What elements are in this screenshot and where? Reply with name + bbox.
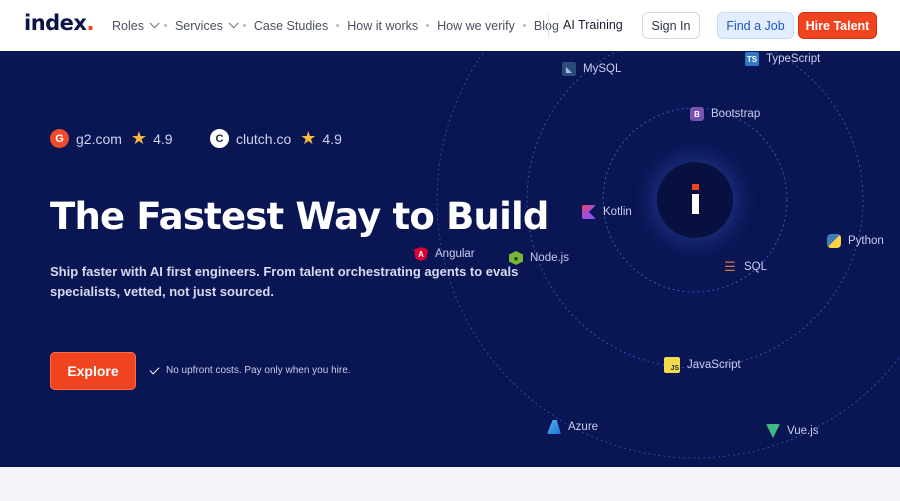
javascript-icon: JS <box>664 357 680 373</box>
nav-roles-label: Roles <box>112 18 144 33</box>
tech-nodejs: ● Node.js <box>509 251 569 265</box>
brand-logo[interactable]: index. <box>24 11 94 35</box>
rating-score: 4.9 <box>153 130 173 147</box>
hero-headline: The Fastest Way to Build <box>50 195 549 238</box>
rating-site: g2.com <box>76 130 122 147</box>
logo-text: index <box>24 11 87 35</box>
star-icon: ★ <box>130 128 148 148</box>
mysql-icon: ◣ <box>562 62 576 76</box>
top-navigation: index. Roles Services Case Studies How i… <box>0 0 900 51</box>
nav-case-studies-label: Case Studies <box>253 18 329 33</box>
rating-score: 4.9 <box>322 130 342 147</box>
clutch-logo-icon: C <box>210 129 229 148</box>
check-icon <box>149 364 160 374</box>
hire-talent-button[interactable]: Hire Talent <box>798 12 877 39</box>
rating-site: clutch.co <box>236 130 292 147</box>
nav-blog-label: Blog <box>533 18 559 33</box>
tech-python: Python <box>827 234 884 248</box>
python-icon <box>827 234 841 248</box>
tech-label: Node.js <box>530 252 569 264</box>
tech-label: Angular <box>435 248 475 260</box>
explore-button[interactable]: Explore <box>50 352 136 390</box>
below-hero-area <box>0 467 900 501</box>
tech-vuejs: Vue.js <box>766 424 819 438</box>
tech-sql: ☰ SQL <box>723 259 768 274</box>
g2-logo-icon: G <box>50 129 69 148</box>
azure-icon <box>547 420 561 434</box>
tech-label: SQL <box>744 261 768 273</box>
nav-blog[interactable]: Blog <box>534 19 559 33</box>
nav-divider <box>548 14 549 38</box>
tech-javascript: JS JavaScript <box>664 357 741 373</box>
angular-icon: A <box>414 247 428 261</box>
separator-dot <box>163 24 167 27</box>
tech-angular: A Angular <box>414 247 475 261</box>
ai-training-link[interactable]: AI Training <box>563 18 623 32</box>
kotlin-icon <box>582 205 596 219</box>
tech-label: Kotlin <box>603 206 632 218</box>
separator-dot <box>242 24 246 27</box>
tech-mysql: ◣ MySQL <box>562 62 621 76</box>
tech-typescript: TS TypeScript <box>745 52 820 66</box>
database-icon: ☰ <box>724 259 736 274</box>
tech-label: Azure <box>568 421 599 433</box>
pricing-note: No upfront costs. Pay only when you hire… <box>149 364 351 376</box>
nodejs-icon: ● <box>509 251 523 265</box>
tech-label: TypeScript <box>766 53 821 65</box>
tech-kotlin: Kotlin <box>582 205 632 219</box>
typescript-icon: TS <box>745 52 759 66</box>
tech-label: Vue.js <box>787 425 819 437</box>
chevron-down-icon <box>228 18 239 29</box>
bootstrap-icon: B <box>690 107 704 121</box>
rating-clutch: C clutch.co ★ 4.9 <box>210 128 342 149</box>
nav-services[interactable]: Services <box>174 18 239 33</box>
tech-azure: Azure <box>547 420 598 434</box>
sign-in-button[interactable]: Sign In <box>642 12 700 39</box>
index-center-logo <box>657 162 733 238</box>
index-i-icon <box>691 184 699 214</box>
separator-dot <box>426 24 430 27</box>
tech-label: Python <box>848 235 884 247</box>
nav-how-it-works[interactable]: How it works <box>347 19 418 33</box>
logo-dot: . <box>86 11 94 35</box>
tech-label: JavaScript <box>687 359 741 371</box>
separator-dot <box>522 24 526 27</box>
nav-links: Roles Services Case Studies How it works… <box>112 0 559 51</box>
hero-subcopy: Ship faster with AI first engineers. Fro… <box>50 264 519 299</box>
star-icon: ★ <box>300 128 317 148</box>
find-a-job-button[interactable]: Find a Job <box>717 12 794 39</box>
nav-services-label: Services <box>174 18 223 33</box>
pricing-note-text: No upfront costs. Pay only when you hire… <box>166 365 351 376</box>
hero-section: G g2.com ★ 4.9 C clutch.co ★ 4.9 The Fas… <box>0 51 900 467</box>
nav-how-we-verify[interactable]: How we verify <box>437 19 515 33</box>
separator-dot <box>336 24 340 27</box>
nav-case-studies[interactable]: Case Studies <box>254 19 328 33</box>
tech-label: MySQL <box>583 63 622 75</box>
tech-bootstrap: B Bootstrap <box>690 107 760 121</box>
chevron-down-icon <box>149 18 160 29</box>
nav-roles[interactable]: Roles <box>112 18 160 33</box>
tech-label: Bootstrap <box>711 108 761 120</box>
nav-how-we-verify-label: How we verify <box>437 18 515 33</box>
rating-g2: G g2.com ★ 4.9 <box>50 128 173 149</box>
nav-how-it-works-label: How it works <box>347 18 419 33</box>
vue-icon <box>766 424 780 438</box>
